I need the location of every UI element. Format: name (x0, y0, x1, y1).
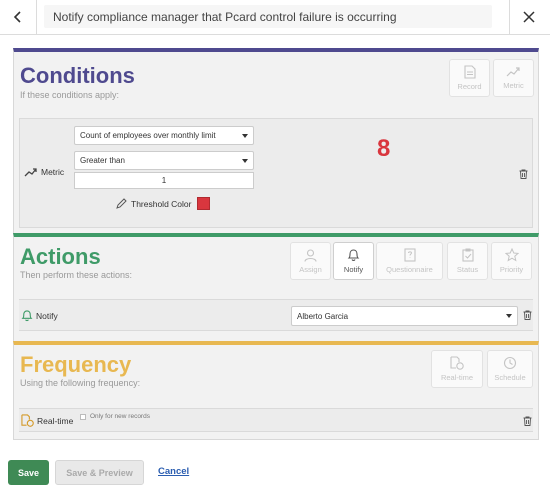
actions-title: Actions (20, 244, 101, 269)
toolbar-schedule-label: Schedule (494, 373, 526, 382)
star-icon (504, 248, 519, 262)
toolbar-notify-button[interactable]: Notify (333, 242, 374, 280)
metric-type-label: Metric (24, 167, 64, 177)
threshold-color-swatch[interactable] (197, 197, 211, 210)
conditions-title: Conditions (20, 63, 135, 88)
notify-action-label: Notify (21, 309, 58, 322)
divider (509, 0, 510, 35)
toolbar-assign-label: Assign (299, 264, 322, 274)
trend-icon (24, 168, 37, 177)
threshold-color-label: Threshold Color (131, 198, 192, 209)
toolbar-notify-label: Notify (343, 265, 364, 274)
rule-title-input[interactable]: Notify compliance manager that Pcard con… (44, 5, 492, 28)
toolbar-metric-label: Metric (503, 81, 524, 90)
trend-icon (506, 67, 520, 77)
toolbar-status-label: Status (456, 265, 479, 274)
frequency-title: Frequency (20, 352, 132, 377)
operator-select[interactable]: Greater than (74, 151, 254, 170)
pencil-icon (116, 198, 127, 209)
conditions-subtitle: If these conditions apply: (20, 90, 120, 100)
person-icon (304, 248, 317, 262)
caret-down-icon (242, 134, 248, 138)
divider (36, 0, 37, 35)
bell-icon (21, 310, 33, 322)
save-preview-button[interactable]: Save & Preview (55, 460, 144, 485)
chevron-left-icon (13, 11, 21, 23)
toolbar-realtime-button[interactable]: Real-time (431, 350, 483, 388)
condition-row: Metric Count of employees over monthly l… (19, 118, 533, 228)
cancel-link[interactable]: Cancel (158, 466, 189, 477)
threshold-value-input[interactable]: 1 (74, 172, 254, 189)
save-button[interactable]: Save (8, 460, 49, 485)
frequency-section: Frequency Using the following frequency:… (13, 341, 539, 440)
realtime-frequency-label: Real-time (21, 414, 73, 427)
status-icon (461, 248, 474, 262)
trash-icon[interactable] (519, 169, 528, 179)
threshold-color-control[interactable]: Threshold Color (116, 197, 211, 210)
toolbar-questionnaire-button[interactable]: Questionnaire (376, 242, 443, 280)
toolbar-record-button[interactable]: Record (449, 59, 490, 97)
toolbar-realtime-label: Real-time (440, 373, 474, 382)
conditions-section: Conditions If these conditions apply: Re… (13, 48, 539, 234)
frequency-row: Real-time Only for new records (19, 408, 533, 432)
close-icon (523, 11, 535, 23)
realtime-icon (450, 356, 464, 370)
trash-icon[interactable] (523, 416, 532, 426)
toolbar-metric-button[interactable]: Metric (493, 59, 534, 97)
bell-icon (347, 249, 360, 262)
action-row: Notify Alberto Garcia (19, 299, 533, 331)
toolbar-record-label: Record (457, 82, 482, 91)
toolbar-priority-label: Priority (499, 265, 524, 274)
toolbar-status-button[interactable]: Status (447, 242, 488, 280)
trash-icon[interactable] (523, 310, 532, 320)
clock-icon (503, 356, 517, 370)
caret-down-icon (506, 314, 512, 318)
questionnaire-icon (403, 248, 416, 262)
only-new-records-option[interactable]: Only for new records (80, 413, 150, 420)
frequency-subtitle: Using the following frequency: (20, 378, 141, 388)
document-icon (463, 65, 476, 79)
actions-section: Actions Then perform these actions: Assi… (13, 233, 539, 341)
header-bar: Notify compliance manager that Pcard con… (0, 0, 550, 35)
only-new-records-label: Only for new records (90, 413, 150, 420)
metric-value: 8 (377, 135, 391, 162)
toolbar-assign-button[interactable]: Assign (290, 242, 331, 280)
notify-recipient-select[interactable]: Alberto Garcia (291, 306, 518, 326)
only-new-records-checkbox[interactable] (80, 413, 86, 420)
metric-select[interactable]: Count of employees over monthly limit (74, 126, 254, 145)
toolbar-schedule-button[interactable]: Schedule (487, 350, 533, 388)
close-button[interactable] (517, 5, 541, 29)
toolbar-priority-button[interactable]: Priority (491, 242, 532, 280)
toolbar-questionnaire-label: Questionnaire (386, 265, 433, 274)
actions-subtitle: Then perform these actions: (20, 270, 133, 280)
caret-down-icon (242, 159, 248, 163)
realtime-icon (21, 414, 34, 427)
back-button[interactable] (6, 5, 30, 29)
